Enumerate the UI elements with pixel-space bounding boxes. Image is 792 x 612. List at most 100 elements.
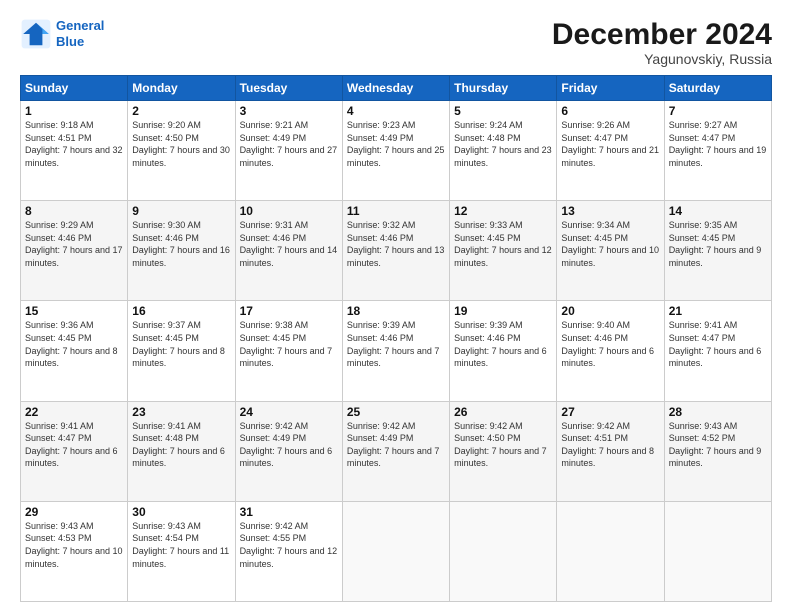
calendar-cell — [342, 501, 449, 601]
calendar-cell: 27 Sunrise: 9:42 AM Sunset: 4:51 PM Dayl… — [557, 401, 664, 501]
calendar-cell: 6 Sunrise: 9:26 AM Sunset: 4:47 PM Dayli… — [557, 101, 664, 201]
day-number: 11 — [347, 204, 445, 218]
day-info: Sunrise: 9:43 AM Sunset: 4:52 PM Dayligh… — [669, 420, 767, 470]
calendar-cell: 5 Sunrise: 9:24 AM Sunset: 4:48 PM Dayli… — [450, 101, 557, 201]
calendar-cell: 4 Sunrise: 9:23 AM Sunset: 4:49 PM Dayli… — [342, 101, 449, 201]
day-number: 21 — [669, 304, 767, 318]
day-info: Sunrise: 9:42 AM Sunset: 4:49 PM Dayligh… — [240, 420, 338, 470]
day-number: 5 — [454, 104, 552, 118]
day-number: 19 — [454, 304, 552, 318]
day-info: Sunrise: 9:41 AM Sunset: 4:47 PM Dayligh… — [25, 420, 123, 470]
logo: General Blue — [20, 18, 104, 50]
calendar-cell: 26 Sunrise: 9:42 AM Sunset: 4:50 PM Dayl… — [450, 401, 557, 501]
day-info: Sunrise: 9:21 AM Sunset: 4:49 PM Dayligh… — [240, 119, 338, 169]
title-block: December 2024 Yagunovskiy, Russia — [552, 18, 772, 67]
day-number: 2 — [132, 104, 230, 118]
day-number: 22 — [25, 405, 123, 419]
calendar-cell: 1 Sunrise: 9:18 AM Sunset: 4:51 PM Dayli… — [21, 101, 128, 201]
day-info: Sunrise: 9:32 AM Sunset: 4:46 PM Dayligh… — [347, 219, 445, 269]
calendar-cell: 19 Sunrise: 9:39 AM Sunset: 4:46 PM Dayl… — [450, 301, 557, 401]
day-number: 30 — [132, 505, 230, 519]
day-number: 27 — [561, 405, 659, 419]
header: General Blue December 2024 Yagunovskiy, … — [20, 18, 772, 67]
calendar-week-row: 22 Sunrise: 9:41 AM Sunset: 4:47 PM Dayl… — [21, 401, 772, 501]
day-info: Sunrise: 9:42 AM Sunset: 4:49 PM Dayligh… — [347, 420, 445, 470]
day-number: 15 — [25, 304, 123, 318]
calendar-day-header: Saturday — [664, 76, 771, 101]
day-number: 31 — [240, 505, 338, 519]
day-number: 13 — [561, 204, 659, 218]
day-info: Sunrise: 9:36 AM Sunset: 4:45 PM Dayligh… — [25, 319, 123, 369]
day-info: Sunrise: 9:27 AM Sunset: 4:47 PM Dayligh… — [669, 119, 767, 169]
calendar-cell — [664, 501, 771, 601]
day-number: 17 — [240, 304, 338, 318]
day-number: 28 — [669, 405, 767, 419]
calendar-day-header: Tuesday — [235, 76, 342, 101]
calendar-week-row: 15 Sunrise: 9:36 AM Sunset: 4:45 PM Dayl… — [21, 301, 772, 401]
calendar-cell: 21 Sunrise: 9:41 AM Sunset: 4:47 PM Dayl… — [664, 301, 771, 401]
day-number: 7 — [669, 104, 767, 118]
day-info: Sunrise: 9:41 AM Sunset: 4:48 PM Dayligh… — [132, 420, 230, 470]
day-info: Sunrise: 9:43 AM Sunset: 4:54 PM Dayligh… — [132, 520, 230, 570]
calendar-day-header: Sunday — [21, 76, 128, 101]
day-number: 16 — [132, 304, 230, 318]
day-number: 3 — [240, 104, 338, 118]
calendar-cell: 18 Sunrise: 9:39 AM Sunset: 4:46 PM Dayl… — [342, 301, 449, 401]
day-number: 6 — [561, 104, 659, 118]
calendar-cell: 31 Sunrise: 9:42 AM Sunset: 4:55 PM Dayl… — [235, 501, 342, 601]
day-info: Sunrise: 9:39 AM Sunset: 4:46 PM Dayligh… — [454, 319, 552, 369]
calendar-cell: 29 Sunrise: 9:43 AM Sunset: 4:53 PM Dayl… — [21, 501, 128, 601]
calendar-cell: 16 Sunrise: 9:37 AM Sunset: 4:45 PM Dayl… — [128, 301, 235, 401]
calendar-day-header: Thursday — [450, 76, 557, 101]
location: Yagunovskiy, Russia — [552, 51, 772, 67]
calendar-cell: 15 Sunrise: 9:36 AM Sunset: 4:45 PM Dayl… — [21, 301, 128, 401]
day-info: Sunrise: 9:35 AM Sunset: 4:45 PM Dayligh… — [669, 219, 767, 269]
logo-line2: Blue — [56, 34, 84, 49]
day-info: Sunrise: 9:42 AM Sunset: 4:51 PM Dayligh… — [561, 420, 659, 470]
calendar-cell: 23 Sunrise: 9:41 AM Sunset: 4:48 PM Dayl… — [128, 401, 235, 501]
day-number: 23 — [132, 405, 230, 419]
day-info: Sunrise: 9:30 AM Sunset: 4:46 PM Dayligh… — [132, 219, 230, 269]
calendar-day-header: Friday — [557, 76, 664, 101]
day-info: Sunrise: 9:42 AM Sunset: 4:50 PM Dayligh… — [454, 420, 552, 470]
day-info: Sunrise: 9:43 AM Sunset: 4:53 PM Dayligh… — [25, 520, 123, 570]
calendar-cell: 28 Sunrise: 9:43 AM Sunset: 4:52 PM Dayl… — [664, 401, 771, 501]
day-info: Sunrise: 9:40 AM Sunset: 4:46 PM Dayligh… — [561, 319, 659, 369]
day-number: 1 — [25, 104, 123, 118]
day-info: Sunrise: 9:39 AM Sunset: 4:46 PM Dayligh… — [347, 319, 445, 369]
calendar-week-row: 29 Sunrise: 9:43 AM Sunset: 4:53 PM Dayl… — [21, 501, 772, 601]
calendar-header-row: SundayMondayTuesdayWednesdayThursdayFrid… — [21, 76, 772, 101]
day-number: 9 — [132, 204, 230, 218]
day-info: Sunrise: 9:29 AM Sunset: 4:46 PM Dayligh… — [25, 219, 123, 269]
day-number: 18 — [347, 304, 445, 318]
calendar-cell: 22 Sunrise: 9:41 AM Sunset: 4:47 PM Dayl… — [21, 401, 128, 501]
logo-text: General Blue — [56, 18, 104, 49]
day-info: Sunrise: 9:38 AM Sunset: 4:45 PM Dayligh… — [240, 319, 338, 369]
day-number: 25 — [347, 405, 445, 419]
calendar-day-header: Monday — [128, 76, 235, 101]
calendar-cell: 20 Sunrise: 9:40 AM Sunset: 4:46 PM Dayl… — [557, 301, 664, 401]
logo-icon — [20, 18, 52, 50]
calendar-cell: 30 Sunrise: 9:43 AM Sunset: 4:54 PM Dayl… — [128, 501, 235, 601]
day-info: Sunrise: 9:31 AM Sunset: 4:46 PM Dayligh… — [240, 219, 338, 269]
calendar-cell — [450, 501, 557, 601]
calendar-cell: 7 Sunrise: 9:27 AM Sunset: 4:47 PM Dayli… — [664, 101, 771, 201]
day-number: 14 — [669, 204, 767, 218]
day-info: Sunrise: 9:33 AM Sunset: 4:45 PM Dayligh… — [454, 219, 552, 269]
day-number: 20 — [561, 304, 659, 318]
day-number: 26 — [454, 405, 552, 419]
day-info: Sunrise: 9:42 AM Sunset: 4:55 PM Dayligh… — [240, 520, 338, 570]
calendar-cell: 12 Sunrise: 9:33 AM Sunset: 4:45 PM Dayl… — [450, 201, 557, 301]
calendar-cell: 3 Sunrise: 9:21 AM Sunset: 4:49 PM Dayli… — [235, 101, 342, 201]
day-info: Sunrise: 9:24 AM Sunset: 4:48 PM Dayligh… — [454, 119, 552, 169]
calendar-table: SundayMondayTuesdayWednesdayThursdayFrid… — [20, 75, 772, 602]
day-info: Sunrise: 9:34 AM Sunset: 4:45 PM Dayligh… — [561, 219, 659, 269]
day-info: Sunrise: 9:41 AM Sunset: 4:47 PM Dayligh… — [669, 319, 767, 369]
calendar-cell: 2 Sunrise: 9:20 AM Sunset: 4:50 PM Dayli… — [128, 101, 235, 201]
day-info: Sunrise: 9:20 AM Sunset: 4:50 PM Dayligh… — [132, 119, 230, 169]
calendar-cell: 13 Sunrise: 9:34 AM Sunset: 4:45 PM Dayl… — [557, 201, 664, 301]
month-title: December 2024 — [552, 18, 772, 51]
calendar-day-header: Wednesday — [342, 76, 449, 101]
day-number: 4 — [347, 104, 445, 118]
calendar-cell: 17 Sunrise: 9:38 AM Sunset: 4:45 PM Dayl… — [235, 301, 342, 401]
